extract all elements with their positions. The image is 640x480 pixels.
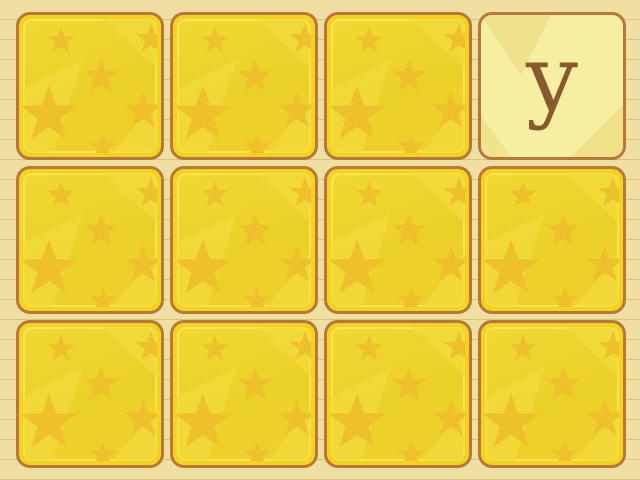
star-icon (331, 19, 465, 153)
card-letter: y (526, 25, 578, 132)
memory-card-face-down[interactable] (324, 166, 472, 314)
memory-card-face-down[interactable] (170, 12, 318, 160)
star-icon (23, 327, 157, 461)
card-back-panel (177, 173, 311, 307)
star-icon (177, 327, 311, 461)
memory-card-face-down[interactable] (478, 166, 626, 314)
memory-card-face-up[interactable]: y (478, 12, 626, 160)
memory-card-face-down[interactable] (324, 12, 472, 160)
memory-card-face-down[interactable] (170, 166, 318, 314)
card-back-panel (331, 327, 465, 461)
star-icon (177, 173, 311, 307)
card-back-panel (485, 327, 619, 461)
card-back-panel (331, 173, 465, 307)
card-back-panel (23, 327, 157, 461)
card-back-panel (485, 173, 619, 307)
star-icon (177, 19, 311, 153)
game-board: y (0, 0, 640, 480)
memory-card-face-down[interactable] (16, 166, 164, 314)
star-icon (331, 173, 465, 307)
memory-card-face-down[interactable] (16, 12, 164, 160)
card-back-panel (331, 19, 465, 153)
card-back-panel (177, 19, 311, 153)
memory-card-face-down[interactable] (324, 320, 472, 468)
memory-card-face-down[interactable] (16, 320, 164, 468)
card-back-panel (23, 19, 157, 153)
star-icon (23, 173, 157, 307)
star-icon (23, 19, 157, 153)
card-back-panel (23, 173, 157, 307)
star-icon (485, 327, 619, 461)
memory-card-face-down[interactable] (478, 320, 626, 468)
star-icon (485, 173, 619, 307)
star-icon (331, 327, 465, 461)
card-back-panel (177, 327, 311, 461)
memory-card-face-down[interactable] (170, 320, 318, 468)
